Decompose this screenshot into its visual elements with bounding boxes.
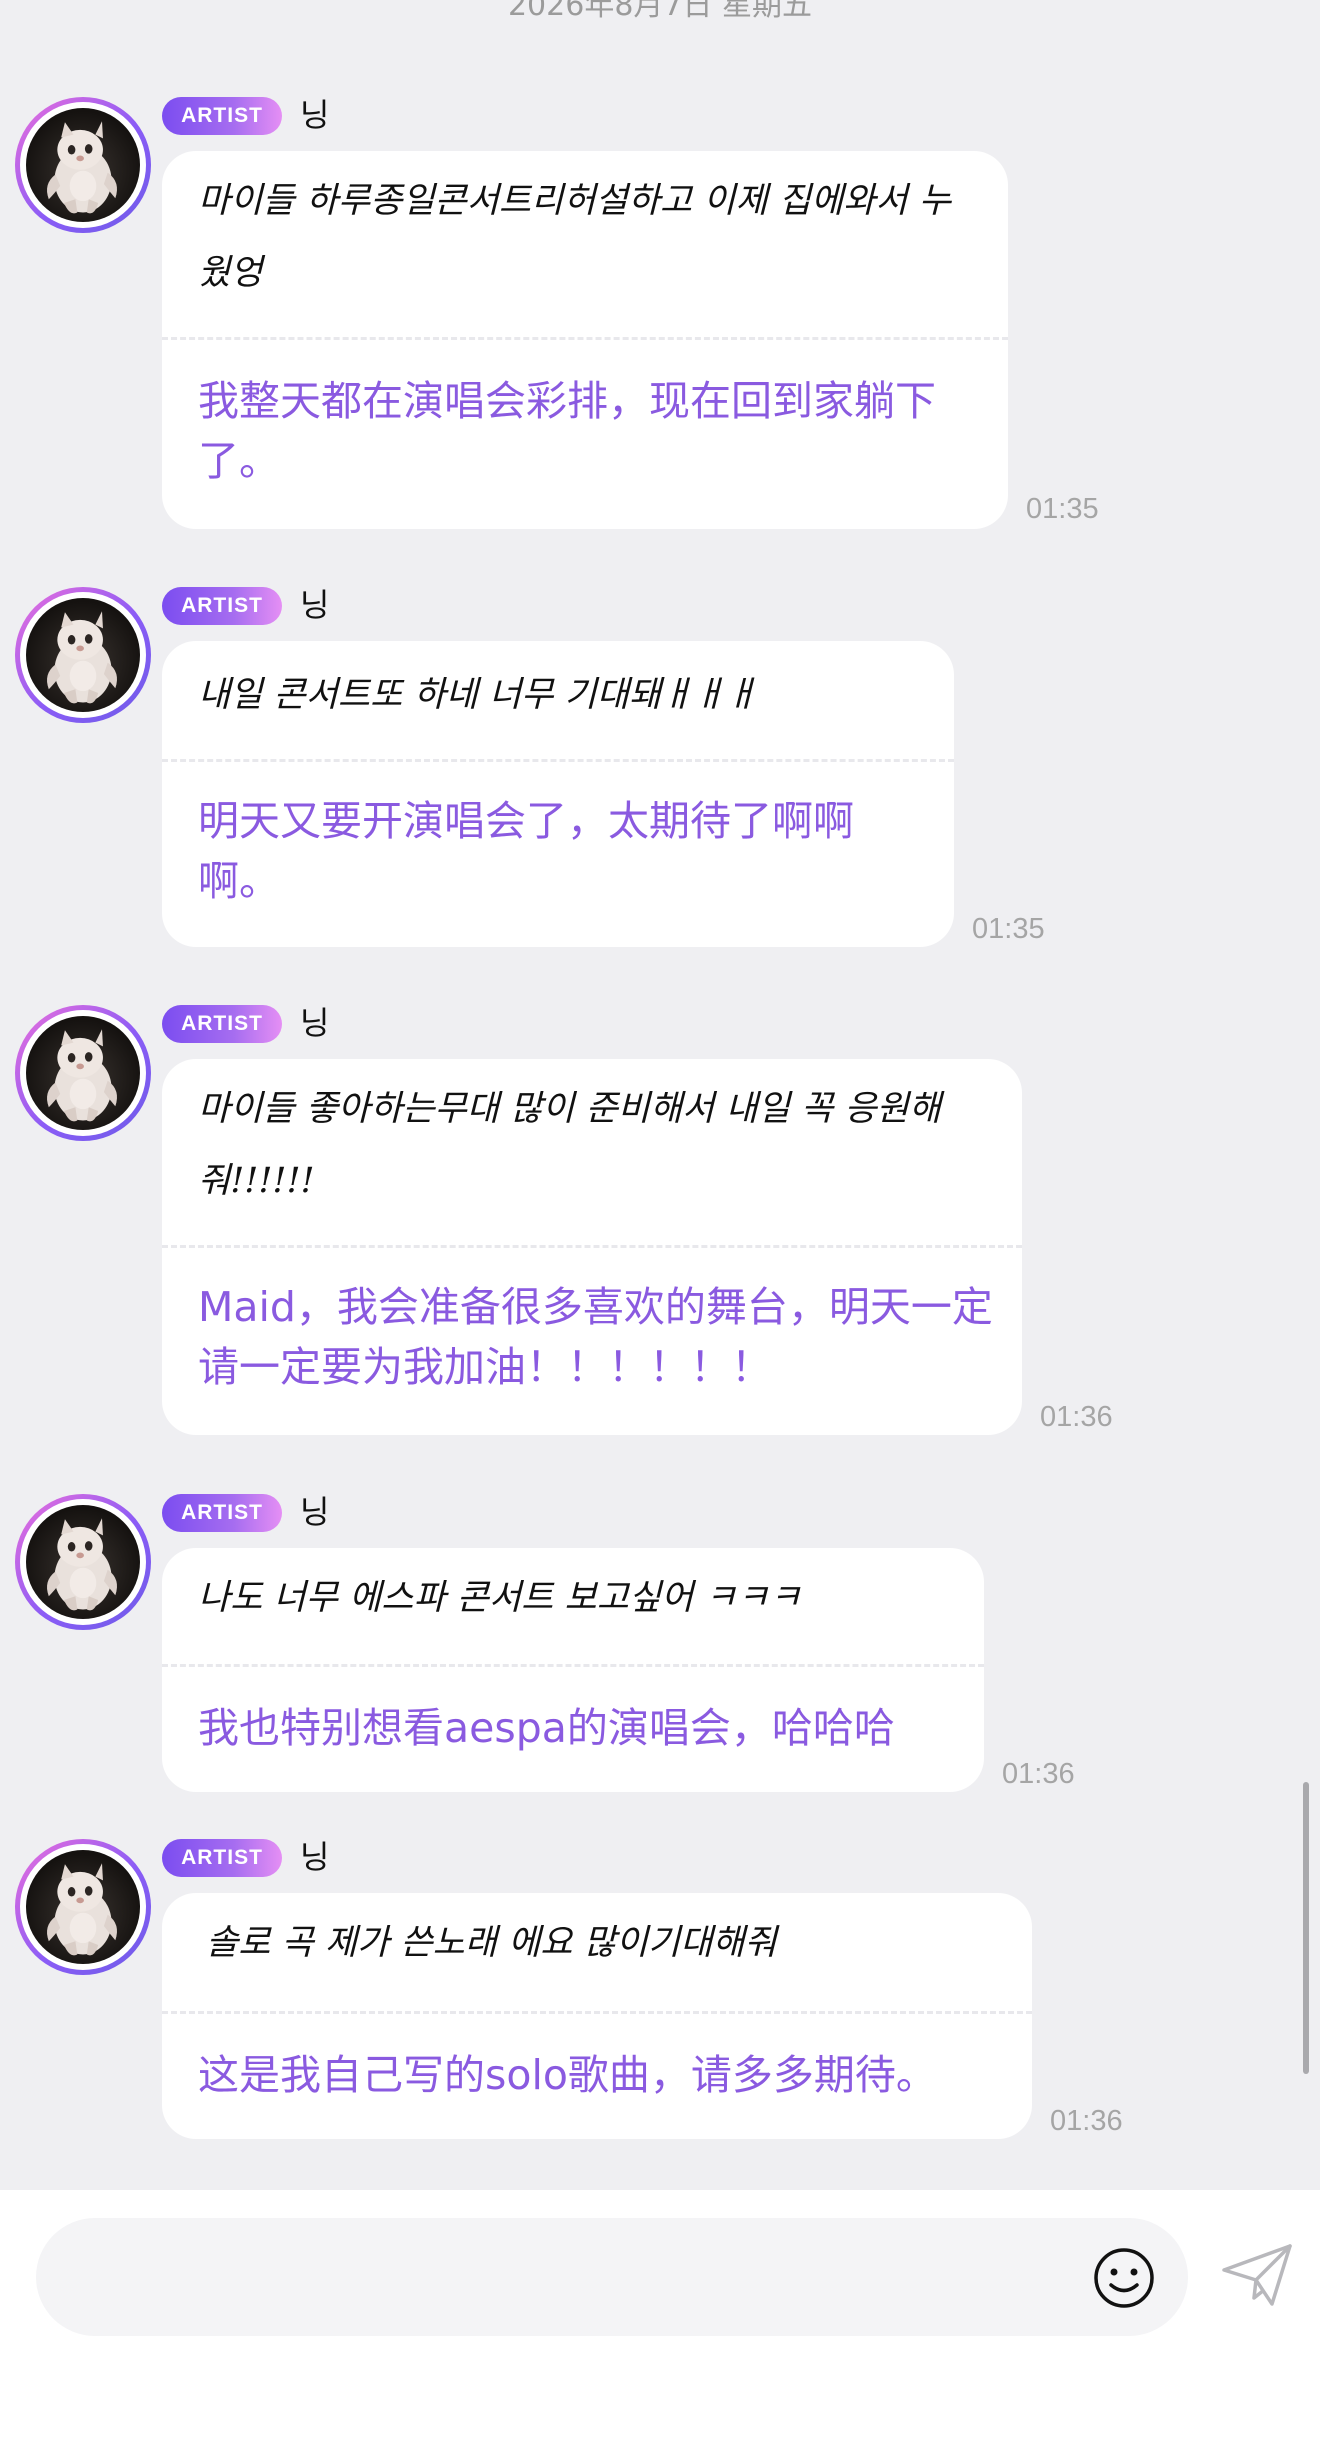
message-time: 01:35	[972, 913, 1045, 945]
artist-badge: ARTIST	[162, 1005, 282, 1043]
sender-name: 닝	[300, 96, 330, 134]
message-bubble[interactable]: 솔로 곡 제가 쓴노래 에요 많이기대해줘 这是我自己写的solo歌曲，请多多期…	[162, 1893, 1032, 2139]
message-bubble[interactable]: 내일 콘서트또 하네 너무 기대돼ㅐㅐㅐ 明天又要开演唱会了，太期待了啊啊啊。	[162, 641, 954, 947]
artist-badge: ARTIST	[162, 587, 282, 625]
message-time: 01:35	[1026, 493, 1099, 525]
cat-avatar-photo	[26, 598, 140, 712]
translation-divider	[162, 1245, 1022, 1248]
send-button[interactable]	[1218, 2240, 1296, 2312]
cat-avatar-photo	[26, 1850, 140, 1964]
smiley-face-icon	[1094, 2248, 1154, 2308]
translated-message-text: 这是我自己写的solo歌曲，请多多期待。	[198, 2051, 937, 2099]
emoji-button[interactable]	[1090, 2244, 1158, 2312]
original-message-text: 솔로 곡 제가 쓴노래 에요 많이기대해줘	[206, 1923, 777, 1963]
original-message-text: 나도 너무 에스파 콘서트 보고싶어 ㅋㅋㅋ	[198, 1578, 802, 1618]
artist-avatar[interactable]	[15, 1839, 151, 1975]
translation-divider	[162, 1664, 984, 1667]
translated-message-text: 我整天都在演唱会彩排，现在回到家躺下了。	[198, 377, 936, 485]
artist-avatar[interactable]	[15, 1494, 151, 1630]
cat-avatar-photo	[26, 1016, 140, 1130]
message-bubble[interactable]: 나도 너무 에스파 콘서트 보고싶어 ㅋㅋㅋ 我也特别想看aespa的演唱会，哈…	[162, 1548, 984, 1792]
chat-message-list[interactable]: 2026年8月7日 星期五 ARTIST 닝 마이들 하루종일콘서트리허설하고 …	[0, 0, 1320, 2190]
sender-name: 닝	[300, 1838, 330, 1876]
paper-plane-icon	[1222, 2244, 1292, 2306]
original-message-text: 마이들 좋아하는무대 많이 준비해서 내일 꼭 응원해줘!!!!!!	[198, 1089, 941, 1201]
cat-avatar-photo	[26, 1505, 140, 1619]
translation-divider	[162, 759, 954, 762]
message-composer	[0, 2190, 1320, 2460]
translation-divider	[162, 337, 1008, 340]
artist-avatar[interactable]	[15, 587, 151, 723]
message-bubble[interactable]: 마이들 하루종일콘서트리허설하고 이제 집에와서 누웠엉 我整天都在演唱会彩排，…	[162, 151, 1008, 529]
artist-badge: ARTIST	[162, 1494, 282, 1532]
message-time: 01:36	[1040, 1401, 1113, 1433]
sender-name: 닝	[300, 586, 330, 624]
chat-scrollbar[interactable]	[1303, 1782, 1309, 2074]
translated-message-text: 我也特别想看aespa的演唱会，哈哈哈	[198, 1704, 895, 1752]
artist-badge: ARTIST	[162, 1839, 282, 1877]
message-time: 01:36	[1050, 2105, 1123, 2137]
sender-name: 닝	[300, 1493, 330, 1531]
artist-avatar[interactable]	[15, 97, 151, 233]
message-time: 01:36	[1002, 1758, 1075, 1790]
original-message-text: 내일 콘서트또 하네 너무 기대돼ㅐㅐㅐ	[198, 675, 758, 715]
cat-avatar-photo	[26, 108, 140, 222]
date-header: 2026年8月7日 星期五	[507, 0, 813, 23]
translation-divider	[162, 2011, 1032, 2014]
artist-avatar[interactable]	[15, 1005, 151, 1141]
artist-badge: ARTIST	[162, 97, 282, 135]
message-input[interactable]	[36, 2218, 1188, 2336]
original-message-text: 마이들 하루종일콘서트리허설하고 이제 집에와서 누웠엉	[198, 181, 951, 293]
sender-name: 닝	[300, 1004, 330, 1042]
translated-message-text: 明天又要开演唱会了，太期待了啊啊啊。	[198, 797, 854, 905]
translated-message-text: Maid，我会准备很多喜欢的舞台，明天一定请一定要为我加油！！！！！！	[198, 1283, 993, 1391]
message-bubble[interactable]: 마이들 좋아하는무대 많이 준비해서 내일 꼭 응원해줘!!!!!! Maid，…	[162, 1059, 1022, 1435]
